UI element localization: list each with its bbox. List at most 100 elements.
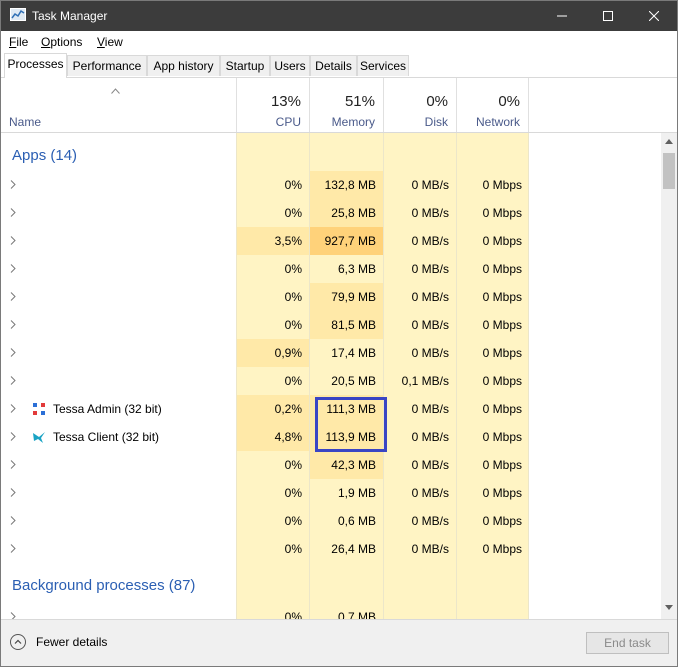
header-network-label: Network xyxy=(475,115,520,129)
header-cpu-label: CPU xyxy=(275,115,301,129)
cpu-cell: 0% xyxy=(236,451,309,479)
chevron-right-icon[interactable] xyxy=(10,460,16,469)
network-cell: 0 Mbps xyxy=(456,199,529,227)
disk-cell: 0 MB/s xyxy=(383,507,456,535)
process-list: Apps (14) Background processes (87) 0% 13… xyxy=(1,133,661,619)
cpu-cell: 0% xyxy=(236,603,309,619)
disk-cell: 0 MB/s xyxy=(383,451,456,479)
tab-details[interactable]: Details xyxy=(310,55,357,76)
tab-startup[interactable]: Startup xyxy=(220,55,270,76)
tab-app-history[interactable]: App history xyxy=(147,55,220,76)
memory-cell: 26,4 MB xyxy=(309,535,383,563)
chevron-right-icon[interactable] xyxy=(10,236,16,245)
table-row[interactable]: 0% 26,4 MB 0 MB/s 0 Mbps xyxy=(1,535,661,563)
table-row[interactable]: 0% 132,8 MB 0 MB/s 0 Mbps xyxy=(1,171,661,199)
header-name[interactable]: Name xyxy=(9,115,41,129)
tab-services[interactable]: Services xyxy=(357,55,409,76)
network-cell: 0 Mbps xyxy=(456,395,529,423)
table-row[interactable]: 0,9% 17,4 MB 0 MB/s 0 Mbps xyxy=(1,339,661,367)
header-disk[interactable]: 0% Disk xyxy=(383,78,456,132)
chevron-right-icon[interactable] xyxy=(10,264,16,273)
close-button[interactable] xyxy=(631,1,677,31)
network-cell: 0 Mbps xyxy=(456,171,529,199)
tab-performance[interactable]: Performance xyxy=(67,55,147,76)
table-row[interactable]: 0% 6,3 MB 0 MB/s 0 Mbps xyxy=(1,255,661,283)
menu-options-mnemonic: O xyxy=(41,35,51,49)
chevron-right-icon[interactable] xyxy=(10,208,16,217)
disk-cell: 0 MB/s xyxy=(383,423,456,451)
disk-cell: 0 MB/s xyxy=(383,339,456,367)
network-cell: 0 Mbps xyxy=(456,367,529,395)
header-cpu-percent: 13% xyxy=(270,93,301,110)
cpu-cell: 0% xyxy=(236,283,309,311)
scrollbar-thumb[interactable] xyxy=(663,153,675,189)
menu-file-label: ile xyxy=(16,35,29,49)
chevron-right-icon[interactable] xyxy=(10,432,16,441)
table-row[interactable]: 0% 81,5 MB 0 MB/s 0 Mbps xyxy=(1,311,661,339)
chevron-right-icon[interactable] xyxy=(10,544,16,553)
disk-cell: 0 MB/s xyxy=(383,311,456,339)
tab-users[interactable]: Users xyxy=(270,55,310,76)
menu-view-label: iew xyxy=(104,35,123,49)
disk-cell: 0 MB/s xyxy=(383,227,456,255)
memory-cell: 1,9 MB xyxy=(309,479,383,507)
table-row[interactable]: 0% 0,6 MB 0 MB/s 0 Mbps xyxy=(1,507,661,535)
cpu-cell: 0% xyxy=(236,255,309,283)
minimize-button[interactable] xyxy=(539,1,585,31)
menu-file[interactable]: File xyxy=(9,35,28,49)
menu-options[interactable]: Options xyxy=(41,35,82,49)
vertical-scrollbar[interactable] xyxy=(661,133,677,619)
memory-cell: 6,3 MB xyxy=(309,255,383,283)
chevron-right-icon[interactable] xyxy=(10,320,16,329)
chevron-right-icon[interactable] xyxy=(10,516,16,525)
chevron-right-icon[interactable] xyxy=(10,292,16,301)
header-network[interactable]: 0% Network xyxy=(456,78,529,132)
cpu-cell: 0% xyxy=(236,367,309,395)
memory-cell: 25,8 MB xyxy=(309,199,383,227)
chevron-right-icon[interactable] xyxy=(10,488,16,497)
scroll-up-icon[interactable] xyxy=(665,139,673,144)
column-header: Name 13% CPU 51% Memory 0% Disk 0% Netwo… xyxy=(1,78,677,133)
menu-bar: File Options View xyxy=(1,31,677,53)
disk-cell: 0 MB/s xyxy=(383,171,456,199)
header-disk-percent: 0% xyxy=(426,93,448,110)
sort-ascending-icon xyxy=(111,88,120,94)
fewer-details-label: Fewer details xyxy=(36,635,108,649)
network-cell: 0 Mbps xyxy=(456,451,529,479)
chevron-right-icon[interactable] xyxy=(10,404,16,413)
table-row[interactable]: 0% 42,3 MB 0 MB/s 0 Mbps xyxy=(1,451,661,479)
header-cpu[interactable]: 13% CPU xyxy=(236,78,309,132)
table-row[interactable]: 3,5% 927,7 MB 0 MB/s 0 Mbps xyxy=(1,227,661,255)
minimize-icon xyxy=(557,15,567,17)
table-row[interactable]: 0% 1,9 MB 0 MB/s 0 Mbps xyxy=(1,479,661,507)
table-row[interactable]: 0% 20,5 MB 0,1 MB/s 0 Mbps xyxy=(1,367,661,395)
task-manager-window: Task Manager File Options View Processes… xyxy=(0,0,678,667)
title-bar: Task Manager xyxy=(1,1,677,31)
apps-section-header[interactable]: Apps (14) xyxy=(12,147,77,164)
tab-processes[interactable]: Processes xyxy=(4,53,67,78)
cpu-cell: 0% xyxy=(236,507,309,535)
maximize-button[interactable] xyxy=(585,1,631,31)
table-row[interactable]: 0% 0,7 MB xyxy=(1,603,661,619)
close-icon xyxy=(649,11,659,21)
chevron-right-icon[interactable] xyxy=(10,376,16,385)
cpu-cell: 0,2% xyxy=(236,395,309,423)
chevron-right-icon[interactable] xyxy=(10,348,16,357)
disk-cell: 0 MB/s xyxy=(383,535,456,563)
scroll-down-icon[interactable] xyxy=(665,605,673,610)
end-task-button[interactable]: End task xyxy=(586,632,669,654)
cpu-cell: 0% xyxy=(236,199,309,227)
chevron-right-icon[interactable] xyxy=(10,180,16,189)
disk-cell: 0 MB/s xyxy=(383,255,456,283)
fewer-details-button[interactable]: Fewer details xyxy=(10,634,107,650)
header-memory[interactable]: 51% Memory xyxy=(309,78,383,132)
menu-options-label: ptions xyxy=(50,35,83,49)
network-cell: 0 Mbps xyxy=(456,339,529,367)
background-section-header[interactable]: Background processes (87) xyxy=(12,577,195,594)
tab-bar: Processes Performance App history Startu… xyxy=(1,53,677,78)
table-row[interactable]: 0% 79,9 MB 0 MB/s 0 Mbps xyxy=(1,283,661,311)
table-row[interactable]: 0% 25,8 MB 0 MB/s 0 Mbps xyxy=(1,199,661,227)
menu-view[interactable]: View xyxy=(97,35,123,49)
chevron-up-circle-icon xyxy=(10,634,26,650)
memory-cell: 79,9 MB xyxy=(309,283,383,311)
